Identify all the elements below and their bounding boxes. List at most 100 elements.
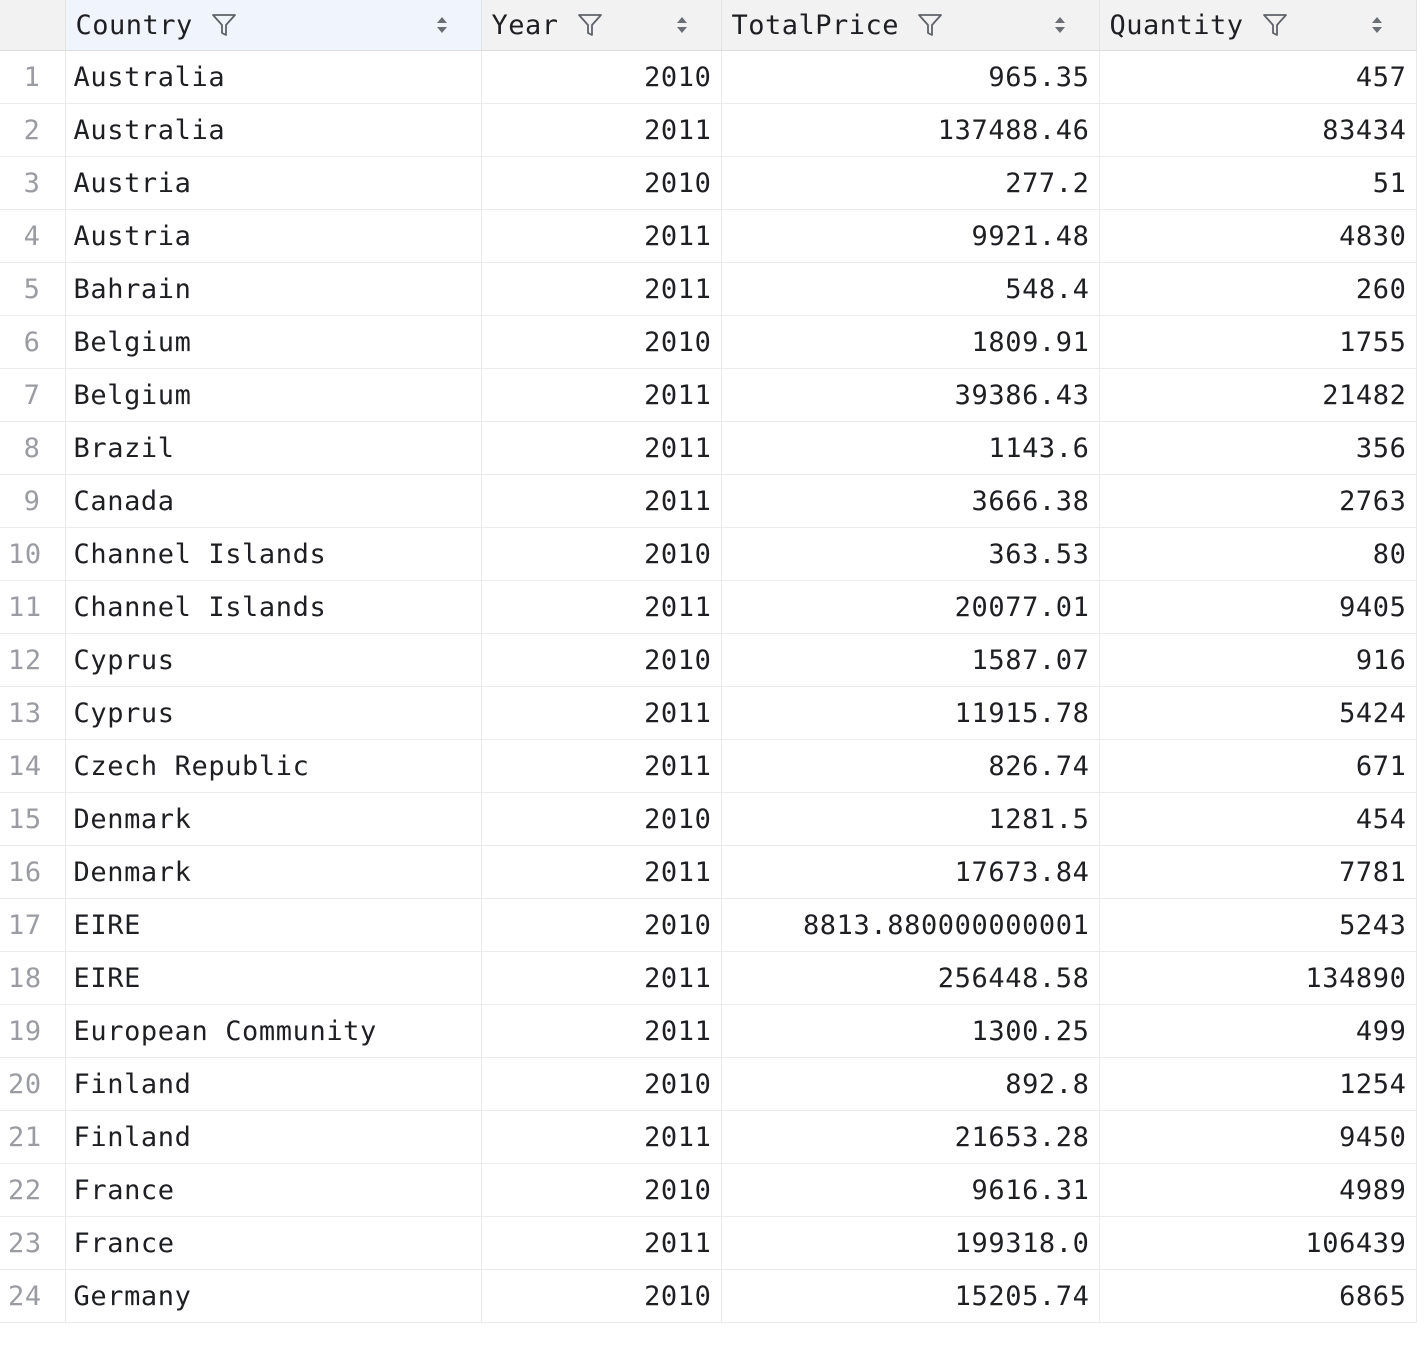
table-row[interactable]: 1 Australia 2010 965.35 457 (0, 50, 1417, 104)
cell-year[interactable]: 2010 (481, 898, 722, 952)
cell-country[interactable]: Channel Islands (65, 527, 482, 581)
cell-country[interactable]: Brazil (65, 421, 482, 475)
cell-quantity[interactable]: 916 (1099, 633, 1417, 687)
row-number[interactable]: 24 (0, 1269, 66, 1323)
cell-totalprice[interactable]: 199318.0 (721, 1216, 1100, 1270)
cell-totalprice[interactable]: 363.53 (721, 527, 1100, 581)
cell-year[interactable]: 2010 (481, 315, 722, 369)
cell-totalprice[interactable]: 1809.91 (721, 315, 1100, 369)
cell-quantity[interactable]: 356 (1099, 421, 1417, 475)
sort-icon[interactable] (435, 15, 449, 35)
column-header-quantity[interactable]: Quantity (1099, 0, 1417, 51)
cell-year[interactable]: 2011 (481, 421, 722, 475)
cell-year[interactable]: 2011 (481, 951, 722, 1005)
cell-year[interactable]: 2011 (481, 739, 722, 793)
cell-quantity[interactable]: 51 (1099, 156, 1417, 210)
cell-country[interactable]: Bahrain (65, 262, 482, 316)
table-row[interactable]: 10 Channel Islands 2010 363.53 80 (0, 527, 1417, 581)
cell-year[interactable]: 2011 (481, 686, 722, 740)
cell-country[interactable]: Germany (65, 1269, 482, 1323)
cell-country[interactable]: Canada (65, 474, 482, 528)
cell-year[interactable]: 2010 (481, 633, 722, 687)
table-row[interactable]: 19 European Community 2011 1300.25 499 (0, 1004, 1417, 1058)
cell-country[interactable]: Czech Republic (65, 739, 482, 793)
cell-country[interactable]: France (65, 1216, 482, 1270)
cell-country[interactable]: Channel Islands (65, 580, 482, 634)
table-row[interactable]: 5 Bahrain 2011 548.4 260 (0, 262, 1417, 316)
cell-totalprice[interactable]: 11915.78 (721, 686, 1100, 740)
cell-totalprice[interactable]: 15205.74 (721, 1269, 1100, 1323)
cell-quantity[interactable]: 457 (1099, 50, 1417, 104)
table-row[interactable]: 8 Brazil 2011 1143.6 356 (0, 421, 1417, 475)
table-row[interactable]: 2 Australia 2011 137488.46 83434 (0, 103, 1417, 157)
cell-quantity[interactable]: 106439 (1099, 1216, 1417, 1270)
cell-quantity[interactable]: 4989 (1099, 1163, 1417, 1217)
cell-year[interactable]: 2010 (481, 792, 722, 846)
cell-year[interactable]: 2010 (481, 1269, 722, 1323)
cell-country[interactable]: European Community (65, 1004, 482, 1058)
cell-year[interactable]: 2011 (481, 1004, 722, 1058)
cell-quantity[interactable]: 4830 (1099, 209, 1417, 263)
table-row[interactable]: 9 Canada 2011 3666.38 2763 (0, 474, 1417, 528)
cell-year[interactable]: 2011 (481, 580, 722, 634)
table-row[interactable]: 12 Cyprus 2010 1587.07 916 (0, 633, 1417, 687)
cell-quantity[interactable]: 5243 (1099, 898, 1417, 952)
row-number[interactable]: 2 (0, 103, 66, 157)
cell-quantity[interactable]: 21482 (1099, 368, 1417, 422)
table-row[interactable]: 22 France 2010 9616.31 4989 (0, 1163, 1417, 1217)
cell-country[interactable]: Australia (65, 50, 482, 104)
cell-country[interactable]: Austria (65, 156, 482, 210)
row-number[interactable]: 23 (0, 1216, 66, 1270)
table-row[interactable]: 17 EIRE 2010 8813.880000000001 5243 (0, 898, 1417, 952)
cell-year[interactable]: 2011 (481, 845, 722, 899)
cell-quantity[interactable]: 6865 (1099, 1269, 1417, 1323)
cell-year[interactable]: 2010 (481, 527, 722, 581)
cell-country[interactable]: Finland (65, 1110, 482, 1164)
cell-totalprice[interactable]: 826.74 (721, 739, 1100, 793)
cell-totalprice[interactable]: 9616.31 (721, 1163, 1100, 1217)
cell-totalprice[interactable]: 137488.46 (721, 103, 1100, 157)
row-number[interactable]: 15 (0, 792, 66, 846)
cell-country[interactable]: Australia (65, 103, 482, 157)
row-number[interactable]: 20 (0, 1057, 66, 1111)
cell-totalprice[interactable]: 1143.6 (721, 421, 1100, 475)
cell-year[interactable]: 2010 (481, 156, 722, 210)
cell-quantity[interactable]: 1254 (1099, 1057, 1417, 1111)
cell-country[interactable]: Denmark (65, 792, 482, 846)
table-row[interactable]: 13 Cyprus 2011 11915.78 5424 (0, 686, 1417, 740)
column-header-year[interactable]: Year (481, 0, 722, 51)
cell-totalprice[interactable]: 965.35 (721, 50, 1100, 104)
cell-year[interactable]: 2010 (481, 1163, 722, 1217)
cell-country[interactable]: Finland (65, 1057, 482, 1111)
table-row[interactable]: 15 Denmark 2010 1281.5 454 (0, 792, 1417, 846)
cell-totalprice[interactable]: 20077.01 (721, 580, 1100, 634)
cell-year[interactable]: 2011 (481, 368, 722, 422)
cell-totalprice[interactable]: 548.4 (721, 262, 1100, 316)
cell-country[interactable]: Belgium (65, 368, 482, 422)
column-header-totalprice[interactable]: TotalPrice (721, 0, 1100, 51)
cell-country[interactable]: Denmark (65, 845, 482, 899)
row-number[interactable]: 5 (0, 262, 66, 316)
cell-country[interactable]: Cyprus (65, 633, 482, 687)
row-number-header[interactable] (0, 0, 66, 51)
cell-quantity[interactable]: 7781 (1099, 845, 1417, 899)
cell-totalprice[interactable]: 1281.5 (721, 792, 1100, 846)
cell-quantity[interactable]: 80 (1099, 527, 1417, 581)
cell-quantity[interactable]: 454 (1099, 792, 1417, 846)
table-row[interactable]: 24 Germany 2010 15205.74 6865 (0, 1269, 1417, 1323)
cell-year[interactable]: 2010 (481, 1057, 722, 1111)
cell-year[interactable]: 2011 (481, 103, 722, 157)
row-number[interactable]: 14 (0, 739, 66, 793)
cell-totalprice[interactable]: 17673.84 (721, 845, 1100, 899)
cell-quantity[interactable]: 134890 (1099, 951, 1417, 1005)
cell-quantity[interactable]: 1755 (1099, 315, 1417, 369)
row-number[interactable]: 16 (0, 845, 66, 899)
table-row[interactable]: 7 Belgium 2011 39386.43 21482 (0, 368, 1417, 422)
cell-totalprice[interactable]: 21653.28 (721, 1110, 1100, 1164)
cell-totalprice[interactable]: 9921.48 (721, 209, 1100, 263)
table-row[interactable]: 11 Channel Islands 2011 20077.01 9405 (0, 580, 1417, 634)
row-number[interactable]: 8 (0, 421, 66, 475)
row-number[interactable]: 3 (0, 156, 66, 210)
cell-country[interactable]: Cyprus (65, 686, 482, 740)
table-row[interactable]: 20 Finland 2010 892.8 1254 (0, 1057, 1417, 1111)
